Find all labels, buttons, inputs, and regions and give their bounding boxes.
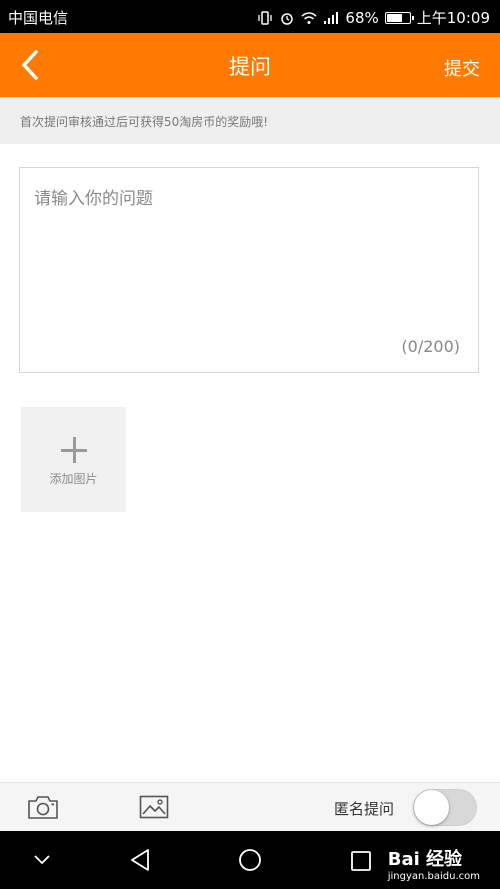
- watermark: Bai 经验 jingyan.baidu.com: [388, 845, 480, 882]
- chevron-down-icon[interactable]: [32, 851, 52, 867]
- page-title: 提问: [229, 55, 271, 79]
- anonymous-label: 匿名提问: [334, 800, 395, 818]
- status-bar: 中国电信 68% 上午10:09: [0, 0, 500, 33]
- title-bar: 提问 提交: [0, 33, 500, 97]
- submit-button[interactable]: 提交: [444, 55, 480, 81]
- reward-notice-text: 首次提问审核通过后可获得50淘房币的奖励哦!: [20, 115, 269, 129]
- alarm-icon: [281, 12, 294, 25]
- camera-icon[interactable]: [27, 794, 59, 820]
- carrier-label: 中国电信: [8, 9, 69, 27]
- anonymous-toggle[interactable]: [413, 789, 477, 826]
- battery-percent: 68%: [345, 8, 379, 27]
- status-icons: 68% 上午10:09: [257, 7, 490, 28]
- home-circle-icon[interactable]: [238, 848, 262, 872]
- watermark-sub: jingyan.baidu.com: [387, 871, 480, 882]
- battery-icon: [384, 11, 414, 24]
- wifi-icon: [301, 11, 317, 24]
- add-image-label: 添加图片: [49, 472, 98, 486]
- question-box: (0/200): [19, 167, 479, 373]
- bottom-toolbar: 匿名提问: [0, 782, 500, 831]
- clock: 上午10:09: [416, 9, 490, 27]
- watermark-main: Bai 经验: [387, 849, 463, 870]
- plus-icon: [61, 437, 87, 463]
- add-image-button[interactable]: 添加图片: [21, 407, 126, 512]
- recents-square-icon[interactable]: [350, 850, 372, 872]
- image-icon[interactable]: [139, 795, 169, 819]
- reward-notice: 首次提问审核通过后可获得50淘房币的奖励哦!: [0, 97, 500, 144]
- vibrate-icon: [258, 10, 273, 25]
- toggle-knob: [414, 790, 449, 825]
- back-triangle-icon[interactable]: [128, 847, 152, 873]
- system-nav-bar: Bai 经验 jingyan.baidu.com: [0, 831, 500, 889]
- signal-icon: [324, 11, 339, 24]
- char-counter: (0/200): [401, 337, 460, 356]
